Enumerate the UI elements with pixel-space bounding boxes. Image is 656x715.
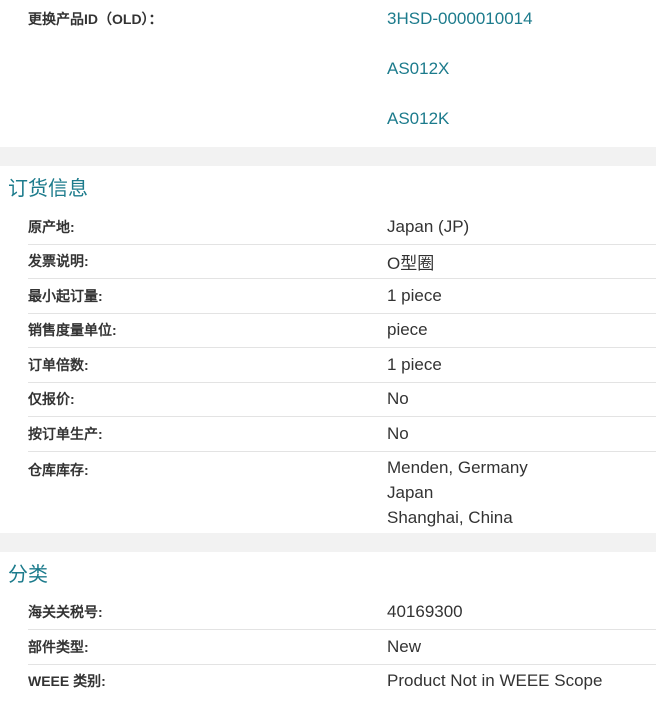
table-row: 按订单生产: No [28,417,656,452]
row-label: 原产地: [28,218,75,235]
warehouse-list: Menden, Germany Japan Shanghai, China [360,452,656,534]
replacement-id-link[interactable]: 3HSD-0000010014 [387,9,656,59]
row-label: 仓库库存: [28,461,89,478]
table-row: 原产地: Japan (JP) [28,210,656,245]
classification-table: 海关关税号: 40169300 部件类型: New WEEE 类别: Produ… [0,596,656,699]
row-value: New [387,636,422,656]
table-row: 订单倍数: 1 piece [28,348,656,383]
section-divider [0,532,656,552]
row-label: WEEE 类别: [28,673,106,690]
row-label: 销售度量单位: [28,322,117,339]
row-value: piece [387,320,428,340]
row-value: 40169300 [387,602,463,622]
row-label: 订单倍数: [28,356,89,373]
row-label: 发票说明: [28,253,89,270]
replacement-id-link[interactable]: AS012K [387,109,656,129]
row-value: Product Not in WEEE Scope [387,671,603,691]
section-title-classification: 分类 [8,563,48,586]
table-row: 海关关税号: 40169300 [28,596,656,630]
replacement-id-label: 更换产品ID（OLD）： [28,11,163,27]
table-row: 仅报价: No [28,383,656,417]
row-value: No [387,423,409,443]
replacement-id-list: 3HSD-0000010014 AS012X AS012K [360,9,656,129]
row-value: O型圈 [387,253,435,273]
warehouse-item: Menden, Germany [387,457,528,477]
row-value: 1 piece [387,354,442,374]
table-row: 销售度量单位: piece [28,314,656,348]
replacement-id-link[interactable]: AS012X [387,59,656,109]
classification-section: 分类 海关关税号: 40169300 部件类型: New WEEE 类别: Pr… [0,552,656,699]
table-row-warehouse: 仓库库存: Menden, Germany Japan Shanghai, Ch… [28,452,656,533]
row-value: 1 piece [387,285,442,305]
replacement-section: 更换产品ID（OLD）： 3HSD-0000010014 AS012X AS01… [0,0,656,147]
row-label: 最小起订量: [28,287,103,304]
row-label: 按订单生产: [28,425,103,442]
row-label: 仅报价: [28,391,75,408]
row-label: 部件类型: [28,638,89,655]
row-label: 海关关税号: [28,604,103,621]
warehouse-item: Shanghai, China [387,507,513,527]
table-row: WEEE 类别: Product Not in WEEE Scope [28,665,656,699]
section-divider [0,147,656,166]
ordering-section: 订货信息 原产地: Japan (JP) 发票说明: O型圈 最小起订量: 1 … [0,166,656,533]
warehouse-item: Japan [387,482,434,502]
table-row: 发票说明: O型圈 [28,245,656,279]
table-row: 最小起订量: 1 piece [28,279,656,314]
ordering-table: 原产地: Japan (JP) 发票说明: O型圈 最小起订量: 1 piece… [0,210,656,533]
section-title-ordering: 订货信息 [8,178,88,200]
table-row: 部件类型: New [28,630,656,665]
row-value: No [387,389,409,409]
row-value: Japan (JP) [387,216,470,236]
